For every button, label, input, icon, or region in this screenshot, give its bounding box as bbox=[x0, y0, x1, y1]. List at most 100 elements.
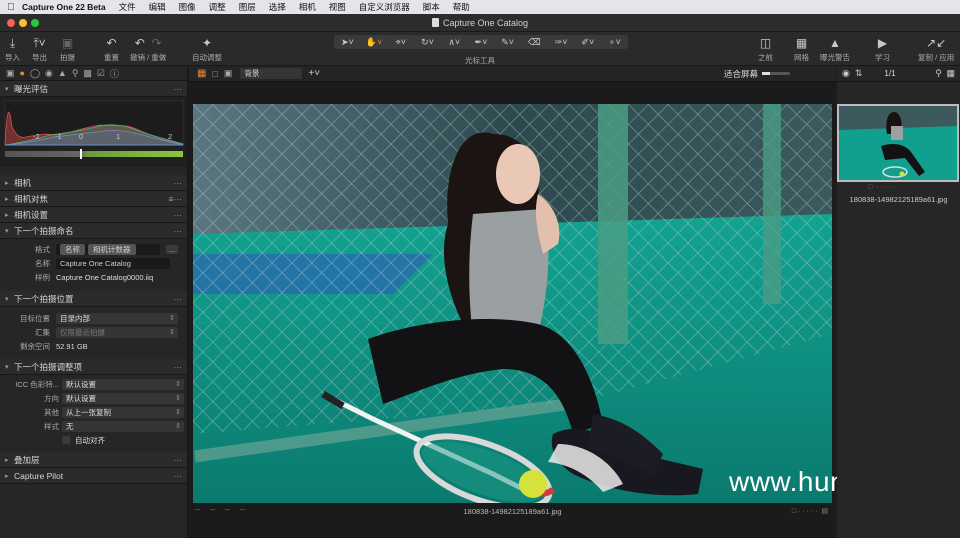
search-icon[interactable]: ⚲ bbox=[935, 68, 942, 79]
viewer-filename: 180838-14982125189a61.jpg bbox=[463, 507, 562, 516]
more-icon[interactable]: ··· bbox=[174, 210, 183, 220]
keystone-icon[interactable]: ∧˅ bbox=[442, 37, 466, 48]
menu-custom-browser[interactable]: 自定义浏览器 bbox=[359, 1, 410, 13]
grid-button[interactable]: ▦ 网格 bbox=[794, 35, 809, 63]
fit-screen-label[interactable]: 适合屏幕 bbox=[724, 68, 758, 80]
details-tab-icon[interactable]: ⚲ bbox=[72, 68, 79, 79]
camera-focus-section[interactable]: ▸ 相机对焦 ≡··· bbox=[0, 191, 187, 207]
capture-pilot-section[interactable]: ▸ Capture Pilot ··· bbox=[0, 468, 187, 484]
menu-image[interactable]: 图像 bbox=[179, 1, 196, 13]
camera-settings-section[interactable]: ▸ 相机设置 ··· bbox=[0, 207, 187, 223]
library-tab-icon[interactable]: ▣ bbox=[6, 68, 15, 79]
exposure-tab-icon[interactable]: ▲ bbox=[58, 68, 67, 78]
menu-layer[interactable]: 图层 bbox=[239, 1, 256, 13]
collection-select[interactable]: 仅限最近拍摄 bbox=[56, 326, 178, 338]
overlay-section[interactable]: ▸ 叠加层 ··· bbox=[0, 452, 187, 468]
undo-redo-button[interactable]: ↶ ↷ 撤销 / 重做 bbox=[130, 35, 166, 63]
exposure-warning-button[interactable]: ▲ 曝光警告 bbox=[820, 35, 850, 63]
menu-app-name[interactable]: Capture One 22 Beta bbox=[22, 2, 106, 12]
rotate-icon[interactable]: ↻˅ bbox=[416, 37, 440, 48]
lens-tab-icon[interactable]: ◯ bbox=[30, 68, 40, 79]
thumbnail-rating[interactable]: □ · · · · · bbox=[868, 184, 896, 191]
zoom-window-button[interactable] bbox=[31, 19, 39, 27]
minimize-window-button[interactable] bbox=[19, 19, 27, 27]
compare-view-icon[interactable]: ▣ bbox=[224, 68, 233, 79]
spot-icon[interactable]: ⚬˅ bbox=[603, 37, 627, 48]
zoom-slider[interactable] bbox=[762, 72, 790, 75]
more-icon[interactable]: ≡··· bbox=[169, 194, 182, 204]
import-button[interactable]: ⤓ 导入 bbox=[5, 35, 20, 63]
color-tab-icon[interactable]: ◉ bbox=[45, 68, 53, 79]
sample-row: 样例 Capture One Catalog0000.iiq bbox=[0, 270, 187, 284]
menu-file[interactable]: 文件 bbox=[119, 1, 136, 13]
camera-section[interactable]: ▸ 相机 ··· bbox=[0, 175, 187, 191]
apple-icon[interactable]:  bbox=[0, 2, 22, 13]
more-icon[interactable]: ··· bbox=[174, 84, 183, 94]
menu-select[interactable]: 选择 bbox=[269, 1, 286, 13]
style-label: 样式 bbox=[44, 421, 59, 431]
menu-help[interactable]: 帮助 bbox=[453, 1, 470, 13]
eraser-icon[interactable]: ⌫ bbox=[522, 37, 546, 48]
next-capture-adjustments-section[interactable]: ▾ 下一个拍摄调整项 ··· bbox=[0, 359, 187, 375]
brush-icon[interactable]: ✎˅ bbox=[496, 37, 520, 48]
before-button[interactable]: ◫ 之前 bbox=[758, 35, 773, 63]
exposure-evaluation-header[interactable]: ▾ 曝光评估 ··· bbox=[0, 81, 187, 97]
filter-icon[interactable]: ▦ bbox=[946, 68, 955, 79]
hand-tool-icon[interactable]: ✋˅ bbox=[362, 37, 386, 48]
menu-camera[interactable]: 相机 bbox=[299, 1, 316, 13]
more-icon[interactable]: ··· bbox=[174, 178, 183, 188]
capture-tab-icon[interactable]: ● bbox=[20, 68, 25, 78]
viewer-nav-dots[interactable]: □ · · · · · ▤ bbox=[792, 507, 828, 515]
other-select[interactable]: 从上一张复制 bbox=[62, 406, 184, 418]
select-cursor-icon[interactable]: ➤˅ bbox=[335, 37, 359, 48]
grid-view-icon[interactable]: ▦ bbox=[197, 68, 206, 79]
crop-icon[interactable]: ⌖˅ bbox=[389, 37, 413, 48]
info-tab-icon[interactable]: ⓘ bbox=[110, 67, 119, 80]
background-select[interactable]: 背景 bbox=[240, 68, 303, 79]
eye-icon[interactable]: ◉ bbox=[842, 68, 850, 79]
icc-select[interactable]: 默认设置 bbox=[62, 378, 184, 390]
adjustments-tab-icon[interactable]: ▩ bbox=[83, 68, 92, 79]
auto-align-checkbox[interactable] bbox=[62, 436, 70, 444]
thumbnail[interactable] bbox=[837, 104, 959, 182]
annotate-icon[interactable]: ✐˅ bbox=[576, 37, 600, 48]
tool-tabs: ▣ ● ◯ ◉ ▲ ⚲ ▩ ☑ ⓘ bbox=[0, 66, 187, 81]
more-icon[interactable]: ··· bbox=[174, 362, 183, 372]
more-icon[interactable]: ··· bbox=[174, 471, 183, 481]
next-capture-location-section[interactable]: ▾ 下一个拍摄位置 ··· bbox=[0, 291, 187, 307]
close-window-button[interactable] bbox=[7, 19, 15, 27]
metadata-tab-icon[interactable]: ☑ bbox=[97, 68, 105, 79]
format-more-button[interactable]: ... bbox=[166, 244, 179, 254]
format-field[interactable]: 名称 相机计数器 bbox=[56, 243, 160, 255]
add-icon[interactable]: +˅ bbox=[308, 68, 320, 79]
menu-edit[interactable]: 编辑 bbox=[149, 1, 166, 13]
format-row: 格式 名称 相机计数器 ... bbox=[0, 242, 187, 256]
more-icon[interactable]: ··· bbox=[174, 294, 183, 304]
magic-wand-icon: ✦ bbox=[201, 36, 213, 50]
learn-button[interactable]: ▶ 学习 bbox=[875, 35, 890, 63]
copy-apply-button[interactable]: ↗↙ 复制 / 应用 bbox=[918, 35, 954, 63]
format-token-counter[interactable]: 相机计数器 bbox=[88, 243, 136, 255]
reset-button[interactable]: ↶ 重置 bbox=[104, 35, 119, 63]
picker-icon[interactable]: ✒˅ bbox=[469, 37, 493, 48]
chevron-right-icon: ▸ bbox=[5, 456, 9, 464]
more-icon[interactable]: ··· bbox=[174, 455, 183, 465]
capture-button[interactable]: ▣ 拍摄 bbox=[60, 35, 75, 63]
sort-icon[interactable]: ⇅ bbox=[855, 68, 863, 79]
orientation-select[interactable]: 默认设置 bbox=[62, 392, 184, 404]
format-token-name[interactable]: 名称 bbox=[60, 243, 85, 255]
destination-select[interactable]: 目录内部 bbox=[56, 312, 178, 324]
more-icon[interactable]: ··· bbox=[174, 226, 183, 236]
pen-icon[interactable]: ✑˅ bbox=[549, 37, 573, 48]
export-button[interactable]: ⤒˅ 导出 bbox=[32, 35, 47, 63]
menu-script[interactable]: 脚本 bbox=[423, 1, 440, 13]
menu-adjust[interactable]: 调整 bbox=[209, 1, 226, 13]
single-view-icon[interactable]: □ bbox=[212, 69, 217, 79]
main-photo[interactable] bbox=[193, 104, 832, 503]
style-select[interactable]: 无 bbox=[62, 420, 184, 432]
name-input[interactable]: Capture One Catalog bbox=[56, 257, 170, 269]
next-capture-naming-section[interactable]: ▾ 下一个拍摄命名 ··· bbox=[0, 223, 187, 239]
menu-view[interactable]: 视图 bbox=[329, 1, 346, 13]
chevron-down-icon: ▾ bbox=[5, 227, 9, 235]
auto-adjust-button[interactable]: ✦ 自动调整 bbox=[192, 35, 222, 63]
